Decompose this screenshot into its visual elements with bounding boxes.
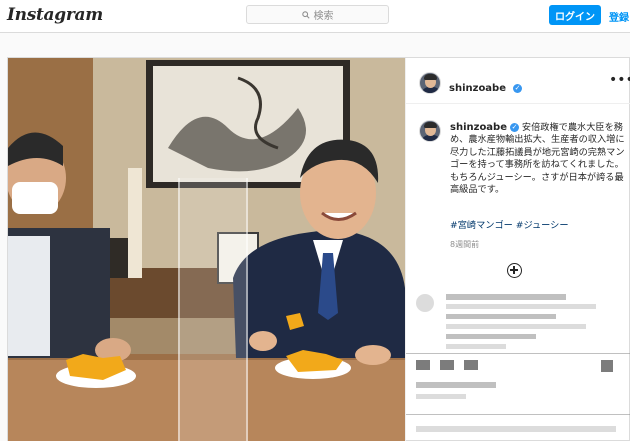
caption-verified-badge-icon: ✓ <box>510 123 519 132</box>
search-input[interactable]: 検索 <box>246 5 389 24</box>
search-icon <box>301 10 310 19</box>
post-photo[interactable] <box>8 58 405 441</box>
caption-avatar[interactable] <box>419 120 441 142</box>
post-header: shinzoabe ✓ ••• <box>406 58 630 104</box>
caption-username-link[interactable]: shinzoabe <box>450 122 507 133</box>
signup-link[interactable]: 登録 <box>609 9 629 24</box>
pixelated-comments <box>406 286 630 441</box>
post-photo-illustration <box>8 58 405 441</box>
post-author: shinzoabe ✓ <box>449 76 523 95</box>
add-comment-icon[interactable] <box>507 263 522 278</box>
more-horizontal-icon[interactable]: ••• <box>609 72 630 88</box>
post-side-pane: shinzoabe ✓ ••• shinzoabe✓ 安倍政権で農水大臣を務め、… <box>405 58 630 441</box>
login-button[interactable]: ログイン <box>549 5 601 25</box>
caption-text-block: shinzoabe ✓ 安倍政権で農水大臣を務め、農水産物輸出拡大、生産者の収入増… <box>450 122 628 196</box>
post-card: shinzoabe ✓ ••• shinzoabe✓ 安倍政権で農水大臣を務め、… <box>7 57 630 441</box>
username-link[interactable]: shinzoabe <box>449 83 506 94</box>
verified-badge-icon: ✓ <box>513 84 523 93</box>
post-timestamp: 8週間前 <box>450 240 480 249</box>
instagram-logo[interactable]: Instagram <box>7 5 103 25</box>
hashtags[interactable]: #宮崎マンゴー #ジューシー <box>450 217 569 231</box>
search-placeholder: 検索 <box>313 11 334 22</box>
avatar[interactable] <box>419 72 441 94</box>
top-nav-bar: Instagram 検索 ログイン 登録 <box>0 0 630 33</box>
